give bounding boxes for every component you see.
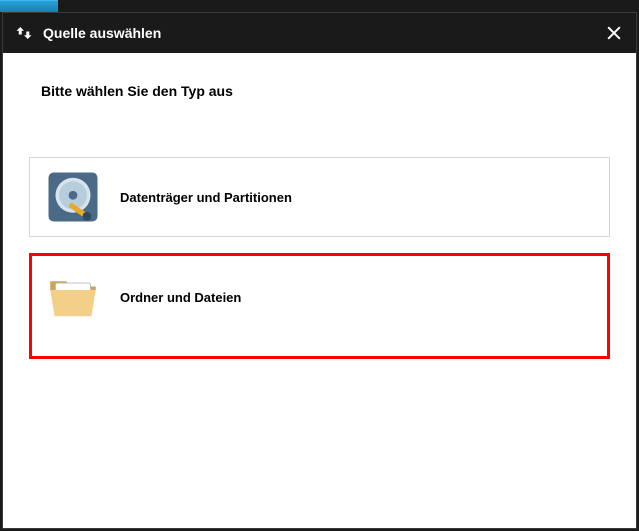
swap-icon xyxy=(15,24,33,42)
dialog-title: Quelle auswählen xyxy=(43,25,161,41)
background-tab-hint xyxy=(0,0,58,12)
folder-icon xyxy=(44,268,102,326)
dialog-titlebar: Quelle auswählen xyxy=(3,13,636,53)
option-disk-partitions[interactable]: Datenträger und Partitionen xyxy=(29,157,610,237)
close-button[interactable] xyxy=(604,23,624,43)
option-folder-label: Ordner und Dateien xyxy=(120,290,241,305)
close-icon xyxy=(604,23,624,43)
option-folders-files[interactable]: Ordner und Dateien xyxy=(29,253,610,359)
prompt-text: Bitte wählen Sie den Typ aus xyxy=(41,83,610,99)
option-disk-label: Datenträger und Partitionen xyxy=(120,190,292,205)
dialog-content: Bitte wählen Sie den Typ aus Datenträger… xyxy=(3,53,636,528)
select-source-dialog: Quelle auswählen Bitte wählen Sie den Ty… xyxy=(2,12,637,529)
disk-icon xyxy=(44,168,102,226)
